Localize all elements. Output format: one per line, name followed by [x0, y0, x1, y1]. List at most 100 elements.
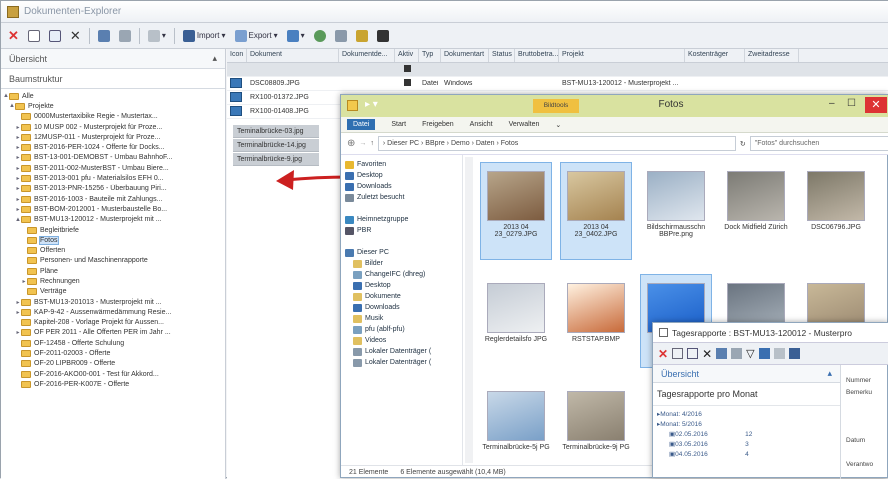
tree-item[interactable]: ▸ BST-2016-PER-1024 - Offerte für Docks..… [3, 142, 225, 152]
table-row[interactable]: DSC08809.JPG Datei Windows BST-MU13-120012 … [227, 77, 888, 91]
file-thumbnail[interactable]: Terminalbrücke-9j PG [561, 383, 631, 475]
nav-item[interactable]: Lokaler Datenträger ( [345, 346, 462, 357]
tree-item[interactable]: ▸ KAP-9-42 - Aussenwärmedämmung Resie... [3, 307, 225, 317]
tree-item[interactable]: ▸ BST-13-001-DEMOBST - Umbau BahnhoF... [3, 153, 225, 163]
nav-scrollbar[interactable] [465, 157, 473, 463]
tree-item[interactable]: OF-20 LIPBR009 - Offerte [3, 359, 225, 369]
filter-icon[interactable] [332, 27, 350, 45]
maximize-icon[interactable]: ☐ [847, 98, 856, 109]
back-icon[interactable]: ⊕ [347, 138, 355, 149]
column-header[interactable]: Dokument [247, 49, 339, 62]
nav-item[interactable]: pfu (ablf-pfu) [345, 324, 462, 335]
ribbon-tab[interactable]: Verwalten [509, 121, 540, 128]
daily-tree-item[interactable]: ▸ Monat: 5/2016 [653, 419, 840, 429]
grid-settings-icon[interactable] [374, 27, 392, 45]
tree-item[interactable]: OF-2016-AKO00-001 - Test für Akkord... [3, 369, 225, 379]
context-tab-pictures[interactable]: Bildtools [533, 99, 579, 113]
daily-tree-item[interactable]: ▣ 04.05.2016 4 [653, 449, 840, 459]
ribbon-tab[interactable]: Ansicht [470, 121, 493, 128]
filter-icon[interactable]: ▽ [746, 347, 754, 360]
active-cell[interactable] [395, 65, 419, 74]
column-header[interactable]: Status [489, 49, 515, 62]
nav-item[interactable]: Dokumente [345, 291, 462, 302]
close-x-icon[interactable]: ✕ [658, 347, 668, 361]
tree-item[interactable]: Begleitbriefe [3, 225, 225, 235]
column-header[interactable]: Typ [419, 49, 441, 62]
quick-access-icon[interactable]: ▸ ▾ [365, 99, 378, 110]
edit-document-icon[interactable] [687, 348, 699, 359]
file-thumbnail[interactable]: 2013 04 23_0279.JPG [480, 162, 552, 260]
active-checkbox[interactable] [403, 79, 411, 86]
import-button[interactable]: Import ▾ [180, 27, 229, 45]
print-icon[interactable]: ▾ [145, 27, 169, 45]
overview-header[interactable]: Übersicht ▴ [1, 49, 225, 69]
nav-item[interactable]: Downloads [345, 181, 462, 192]
nav-item[interactable]: Videos [345, 335, 462, 346]
table-row[interactable] [227, 63, 888, 77]
daily-tree-item[interactable]: ▣ 02.05.2016 12 [653, 429, 840, 439]
file-thumbnail[interactable]: Reglerdetailsfo JPG [481, 275, 551, 367]
minimize-icon[interactable]: – [829, 98, 835, 109]
delete-icon[interactable]: ✕ [702, 347, 712, 361]
tree-item[interactable]: ▲ Alle [3, 91, 225, 101]
grid-view-icon[interactable] [716, 348, 728, 359]
tree-item[interactable]: ▸ BST-2013-PNR-15256 - Überbauung Piri... [3, 184, 225, 194]
nav-item[interactable]: Bilder [345, 258, 462, 269]
tree-item[interactable]: Kapitel-208 - Vorlage Projekt für Aussen… [3, 318, 225, 328]
copy-icon[interactable] [731, 348, 743, 359]
tree-item[interactable]: OF-2011-02003 - Offerte [3, 348, 225, 358]
edit-document-icon[interactable] [46, 27, 64, 45]
column-header[interactable]: Dokumentart [441, 49, 489, 62]
nav-item[interactable]: Favoriten [345, 159, 462, 170]
column-header[interactable]: Projekt [559, 49, 685, 62]
ribbon-tab[interactable]: Datei [347, 119, 376, 130]
forward-icon[interactable]: → [359, 140, 366, 147]
nav-item[interactable]: Desktop [345, 280, 462, 291]
tree-item[interactable]: Personen- und Maschinenrapporte [3, 256, 225, 266]
nav-item[interactable]: Heimnetzgruppe [345, 214, 462, 225]
tree-item[interactable]: ▲ BST-MU13-120012 - Musterprojekt mit ... [3, 215, 225, 225]
nav-item[interactable]: PBR [345, 225, 462, 236]
file-thumbnail[interactable]: Dock Midfield Zürich [721, 163, 791, 259]
nav-item[interactable]: Dieser PC [345, 247, 462, 258]
tree-item[interactable]: ▸ BST-MU13-201013 - Musterprojekt mit ... [3, 297, 225, 307]
tree-item[interactable]: Verträge [3, 287, 225, 297]
file-thumbnail[interactable]: RSTSTAP.BMP [561, 275, 631, 367]
column-header[interactable]: Bruttobetra... [515, 49, 559, 62]
tree-item[interactable]: ▸ BST-2013-001 pfu - Materialsilos EFH 0.… [3, 173, 225, 183]
new-document-icon[interactable] [25, 27, 43, 45]
attach-icon[interactable]: ▾ [284, 27, 308, 45]
new-document-icon[interactable] [672, 348, 684, 359]
up-icon[interactable]: ↑ [370, 140, 374, 147]
chart-icon[interactable] [758, 348, 770, 359]
tree-item[interactable]: OF-2016-PER-K007E - Offerte [3, 379, 225, 389]
nav-item[interactable]: ChangeIFC (dhreg) [345, 269, 462, 280]
file-thumbnail[interactable]: 2013 04 23_0402.JPG [560, 162, 632, 260]
tree-item[interactable]: ▸ BST-BOM-2012001 - Musterbaustelle Bo... [3, 204, 225, 214]
column-header[interactable]: Icon [227, 49, 247, 62]
collapse-icon[interactable]: ▴ [827, 368, 832, 379]
nav-item[interactable]: Desktop [345, 170, 462, 181]
nav-item[interactable]: Downloads [345, 302, 462, 313]
nav-item[interactable]: Zuletzt besucht [345, 192, 462, 203]
column-header[interactable]: Zweitadresse [745, 49, 799, 62]
tree-item[interactable]: ▸ Rechnungen [3, 276, 225, 286]
delete-icon[interactable]: ✕ [67, 27, 84, 45]
overview-header[interactable]: Übersicht ▴ [653, 365, 840, 383]
search-input[interactable]: "Fotos" durchsuchen [749, 136, 888, 151]
file-thumbnail[interactable]: Terminalbrücke-5j PG [481, 383, 551, 475]
tree-item[interactable]: 0000Mustertaxibike Regie - Mustertax... [3, 112, 225, 122]
tree-item[interactable]: Fotos [3, 235, 225, 245]
tree-item[interactable]: ▸ 12MUSP-011 - Musterprojekt für Proze... [3, 132, 225, 142]
print-icon[interactable] [773, 348, 785, 359]
path-box[interactable]: › Dieser PC › BBpre › Demo › Daten › Fot… [377, 136, 736, 151]
daily-tree-item[interactable]: ▸ Monat: 4/2016 [653, 409, 840, 419]
tree-item[interactable]: ▸ BST-2011-002-MusterBST - Umbau Biere... [3, 163, 225, 173]
close-x-icon[interactable]: ✕ [5, 27, 22, 45]
close-icon[interactable]: ✕ [865, 97, 887, 113]
tree-item[interactable]: ▲ Projekte [3, 101, 225, 111]
tree-item[interactable]: OF-12458 - Offerte Schulung [3, 338, 225, 348]
import-icon[interactable] [788, 348, 800, 359]
export-button[interactable]: Export ▾ [232, 27, 281, 45]
active-checkbox[interactable] [403, 65, 411, 72]
